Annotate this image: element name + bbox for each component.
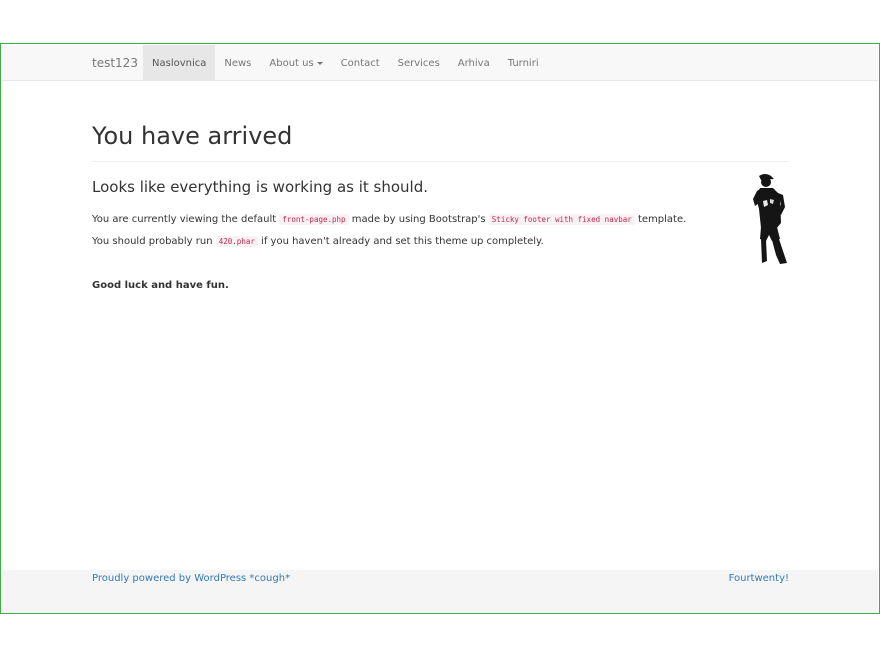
nav-item-services[interactable]: Services — [389, 45, 449, 81]
setup-paragraph: You should probably run 420.phar if you … — [92, 235, 544, 249]
lead-text: Looks like everything is working as it s… — [92, 178, 428, 196]
footer: Proudly powered by WordPress *cough* Fou… — [2, 570, 878, 613]
setup-text-1: You should probably run — [92, 236, 216, 247]
page-title: You have arrived — [92, 122, 293, 150]
code-phar: 420.phar — [215, 236, 258, 247]
intro-text-2: made by using Bootstrap's — [348, 214, 489, 225]
nav-menu: Naslovnica News About us Contact Service… — [143, 45, 548, 81]
caret-down-icon — [316, 62, 323, 65]
navbar: test123 Naslovnica News About us Contact… — [2, 45, 878, 81]
browser-viewport: test123 Naslovnica News About us Contact… — [0, 43, 880, 614]
nav-item-turniri[interactable]: Turniri — [499, 45, 548, 81]
nav-item-about-us[interactable]: About us — [260, 45, 331, 81]
footer-powered-by-link[interactable]: Proudly powered by WordPress *cough* — [92, 573, 290, 584]
intro-text-3: template. — [634, 214, 687, 225]
setup-text-2: if you haven't already and set this them… — [257, 236, 544, 247]
code-front-page: front-page.php — [279, 214, 349, 225]
page-header: You have arrived — [92, 116, 789, 162]
nav-item-contact[interactable]: Contact — [332, 45, 389, 81]
closing-text: Good luck and have fun. — [92, 280, 229, 291]
code-template-name: Sticky footer with fixed navbar — [488, 214, 635, 225]
dancing-figure-image — [753, 174, 787, 264]
nav-item-naslovnica[interactable]: Naslovnica — [143, 45, 216, 81]
nav-item-about-us-label: About us — [269, 58, 314, 69]
navbar-brand[interactable]: test123 — [92, 45, 138, 81]
intro-text-1: You are currently viewing the default — [92, 214, 280, 225]
intro-paragraph: You are currently viewing the default fr… — [92, 213, 686, 227]
nav-item-news[interactable]: News — [215, 45, 260, 81]
nav-item-arhiva[interactable]: Arhiva — [449, 45, 499, 81]
footer-site-link[interactable]: Fourtwenty! — [729, 573, 789, 584]
